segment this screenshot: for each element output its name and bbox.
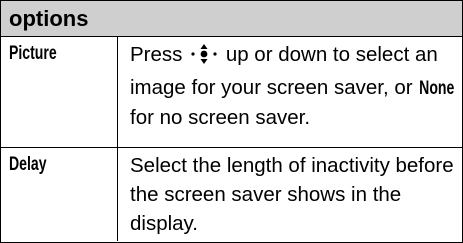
- term-picture: Picture: [9, 43, 57, 64]
- term-cell: Picture: [1, 37, 118, 147]
- table-row: Picture Press up or down to select an im…: [1, 37, 462, 148]
- description-text-part1: Press: [130, 43, 183, 66]
- options-table: options Picture Press up or down to sele…: [0, 0, 463, 243]
- table-row: Delay Select the length of inactivity be…: [1, 148, 462, 241]
- description-text-part3: for no screen saver.: [130, 106, 311, 129]
- table-header-title: options: [9, 5, 89, 31]
- table-header: options: [1, 1, 462, 37]
- description-text: Select the length of inactivity before t…: [130, 154, 454, 235]
- nav-key-icon: [190, 43, 218, 73]
- term-delay: Delay: [9, 154, 47, 175]
- term-cell: Delay: [1, 148, 118, 241]
- description-cell: Press up or down to select an image for …: [118, 37, 462, 147]
- description-cell: Select the length of inactivity before t…: [118, 148, 462, 241]
- inline-term-none: None: [419, 78, 455, 99]
